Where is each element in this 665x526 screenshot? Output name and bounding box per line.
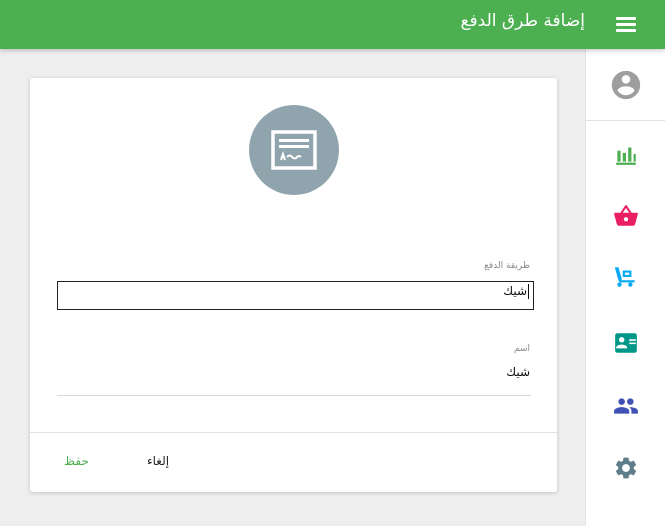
name-input[interactable]: شيك bbox=[506, 365, 530, 379]
app-bar: إضافة طرق الدفع bbox=[0, 0, 665, 49]
page-title: إضافة طرق الدفع bbox=[460, 11, 586, 31]
shopping-basket-icon[interactable] bbox=[613, 203, 639, 229]
sidebar-profile bbox=[586, 49, 665, 121]
actions-divider bbox=[30, 432, 557, 433]
contact-card-icon[interactable] bbox=[613, 330, 639, 356]
sidebar bbox=[585, 49, 665, 526]
dolly-cart-icon[interactable] bbox=[613, 264, 639, 290]
text-caret bbox=[528, 284, 529, 299]
form-avatar bbox=[249, 105, 339, 195]
account-circle-icon[interactable] bbox=[609, 68, 643, 102]
name-underline bbox=[57, 395, 531, 396]
payment-method-form-card: طريقة الدفع شيك اسم شيك حفظ إلغاء bbox=[30, 78, 557, 492]
bar-chart-icon[interactable] bbox=[613, 141, 639, 167]
cancel-button[interactable]: إلغاء bbox=[147, 454, 169, 468]
name-label: اسم bbox=[513, 344, 530, 354]
people-icon[interactable] bbox=[613, 393, 639, 419]
gear-icon[interactable] bbox=[613, 455, 639, 481]
save-button[interactable]: حفظ bbox=[64, 454, 89, 468]
menu-icon[interactable] bbox=[615, 14, 637, 34]
cheque-icon bbox=[271, 130, 317, 170]
payment-method-input[interactable]: شيك bbox=[57, 281, 534, 310]
payment-method-label: طريقة الدفع bbox=[484, 261, 530, 271]
payment-method-value: شيك bbox=[503, 284, 527, 298]
